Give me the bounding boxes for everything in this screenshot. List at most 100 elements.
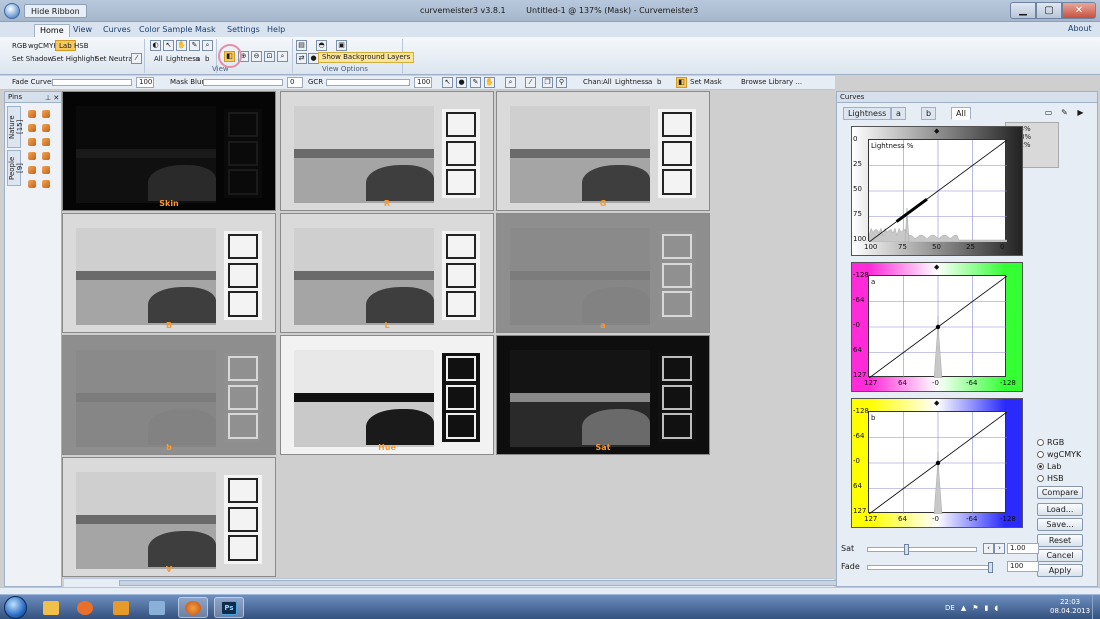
mode-radio-rgb[interactable]: RGB [1037, 438, 1064, 447]
pin-icon[interactable] [28, 180, 36, 188]
tray-network-icon[interactable]: ▮ [985, 604, 989, 612]
tray-flag-icon[interactable]: ⚑ [972, 604, 978, 612]
tab-curves[interactable]: Curves [98, 24, 136, 37]
sat-value[interactable]: 1.00 [1007, 543, 1039, 554]
close-button[interactable]: ✕ [1062, 2, 1096, 19]
channel-thumbnail[interactable]: a [496, 213, 710, 333]
eyedropper-marker-icon[interactable]: ◆ [934, 263, 939, 271]
zoom-actual-icon[interactable]: ⌕ [277, 51, 288, 62]
fade-curves-value[interactable]: 100 [136, 77, 154, 88]
mask-blur-slider[interactable] [203, 79, 283, 86]
hand-icon[interactable]: ✋ [176, 40, 187, 51]
curve-svg[interactable] [869, 276, 1007, 378]
channel-thumbnail[interactable]: G [496, 91, 710, 211]
pin-icon[interactable] [28, 166, 36, 174]
gcr-value[interactable]: 100 [414, 77, 432, 88]
scrollbar-thumb[interactable] [119, 580, 839, 586]
reset-button[interactable]: Reset [1037, 534, 1083, 547]
pin-icon[interactable] [42, 138, 50, 146]
pen-tool-icon[interactable]: ✎ [470, 77, 481, 88]
zoom-out-icon[interactable]: ⊖ [251, 51, 262, 62]
mode-radio-hsb[interactable]: HSB [1037, 474, 1064, 483]
pin-icon[interactable] [28, 110, 36, 118]
pin-icon[interactable] [42, 180, 50, 188]
clock[interactable]: 22:03 08.04.2013 [1050, 598, 1090, 616]
cancel-button[interactable]: Cancel [1037, 549, 1083, 562]
load-button[interactable]: Load... [1037, 503, 1083, 516]
chan-a[interactable]: a [648, 78, 652, 86]
zoom-fit-icon[interactable]: ⊡ [264, 51, 275, 62]
compare-button[interactable]: Compare [1037, 486, 1083, 499]
sat-stepper-up-icon[interactable]: › [994, 543, 1005, 554]
pin-icon[interactable] [42, 110, 50, 118]
tab-view[interactable]: View [68, 24, 97, 37]
channel-thumbnail[interactable]: B [62, 213, 276, 333]
pin-icon[interactable] [42, 124, 50, 132]
pins-tab-nature[interactable]: Nature [15] [7, 106, 24, 148]
channel-thumbnail[interactable]: Sat [496, 335, 710, 455]
curves-tab-b[interactable]: b [921, 107, 937, 120]
mask-blur-value[interactable]: 0 [287, 77, 303, 88]
taskbar-app-icon[interactable] [106, 597, 136, 618]
set-mask-icon[interactable]: ◧ [676, 77, 687, 88]
tab-home[interactable]: Home [34, 24, 70, 37]
curve-grid[interactable]: Lightness % [868, 139, 1007, 242]
taskbar-media-icon[interactable] [70, 597, 100, 618]
horizontal-scrollbar[interactable] [64, 578, 839, 587]
taskbar-explorer-icon[interactable] [36, 597, 66, 618]
radio-dot[interactable] [1037, 475, 1044, 482]
mode-hsb-button[interactable]: HSB [70, 40, 93, 51]
chan-lightness[interactable]: Lightness [615, 78, 649, 86]
fade-slider-knob[interactable] [988, 562, 993, 573]
eyedropper-tool-icon[interactable]: ⁄ [525, 77, 536, 88]
overlay-icon[interactable]: ⇄ [296, 53, 307, 64]
chan-all[interactable]: All [603, 78, 612, 86]
gcr-slider[interactable] [326, 79, 410, 86]
curves-tab-all[interactable]: All [951, 107, 971, 120]
eyedropper-marker-icon[interactable]: ◆ [934, 399, 939, 407]
eyedropper-icon[interactable]: ⁄ [131, 53, 142, 64]
tab-color-sample[interactable]: Color Sample [134, 24, 197, 37]
curve-grid[interactable]: b [868, 411, 1007, 514]
taskbar-network-icon[interactable] [142, 597, 172, 618]
pin-icon[interactable] [42, 166, 50, 174]
curve-grid[interactable]: a [868, 275, 1007, 378]
channel-thumbnail[interactable]: Skin [62, 91, 276, 211]
maximize-button[interactable]: ▢ [1036, 2, 1062, 19]
app-menu-orb-icon[interactable] [4, 3, 20, 19]
folder-icon[interactable]: ▭ [1043, 108, 1054, 119]
pencil-icon[interactable]: ✎ [1059, 108, 1070, 119]
zoom-icon[interactable]: ⌕ [202, 40, 213, 51]
display-icon[interactable]: ▣ [336, 40, 347, 51]
tab-mask[interactable]: Mask [190, 24, 221, 37]
tray-volume-icon[interactable]: ◖ [994, 604, 998, 612]
pen-icon[interactable]: ✎ [189, 40, 200, 51]
apply-button[interactable]: Apply [1037, 564, 1083, 577]
radio-dot[interactable] [1037, 439, 1044, 446]
pin-icon[interactable] [28, 152, 36, 160]
start-button-icon[interactable] [4, 596, 27, 619]
hand-tool-icon[interactable]: ✋ [484, 77, 495, 88]
hide-ribbon-button[interactable]: Hide Ribbon [24, 4, 87, 18]
pin-icon[interactable] [42, 152, 50, 160]
zoom-tool-icon[interactable]: ⌕ [505, 77, 516, 88]
fade-value[interactable]: 100 [1007, 561, 1039, 572]
tab-help[interactable]: Help [262, 24, 290, 37]
pin-icon[interactable] [28, 138, 36, 146]
play-icon[interactable]: ▶ [1075, 108, 1086, 119]
mask-tool-icon[interactable]: ● [456, 77, 467, 88]
channel-thumbnail[interactable]: b [62, 335, 276, 455]
mask-toggle-icon[interactable]: ◓ [316, 40, 327, 51]
about-link[interactable]: About [1068, 24, 1092, 33]
curve-svg[interactable] [869, 140, 1007, 242]
language-indicator[interactable]: DE [945, 604, 955, 612]
sat-slider[interactable] [867, 544, 977, 555]
chan-b[interactable]: b [657, 78, 661, 86]
eyedropper-marker-icon[interactable]: ◆ [934, 127, 939, 135]
channel-thumbnail[interactable]: R [280, 91, 494, 211]
link-tool-icon[interactable]: ⚲ [556, 77, 567, 88]
curve-svg[interactable] [869, 412, 1007, 514]
radio-dot[interactable] [1037, 451, 1044, 458]
channel-thumbnail[interactable]: L [280, 213, 494, 333]
pin-icon[interactable] [28, 124, 36, 132]
